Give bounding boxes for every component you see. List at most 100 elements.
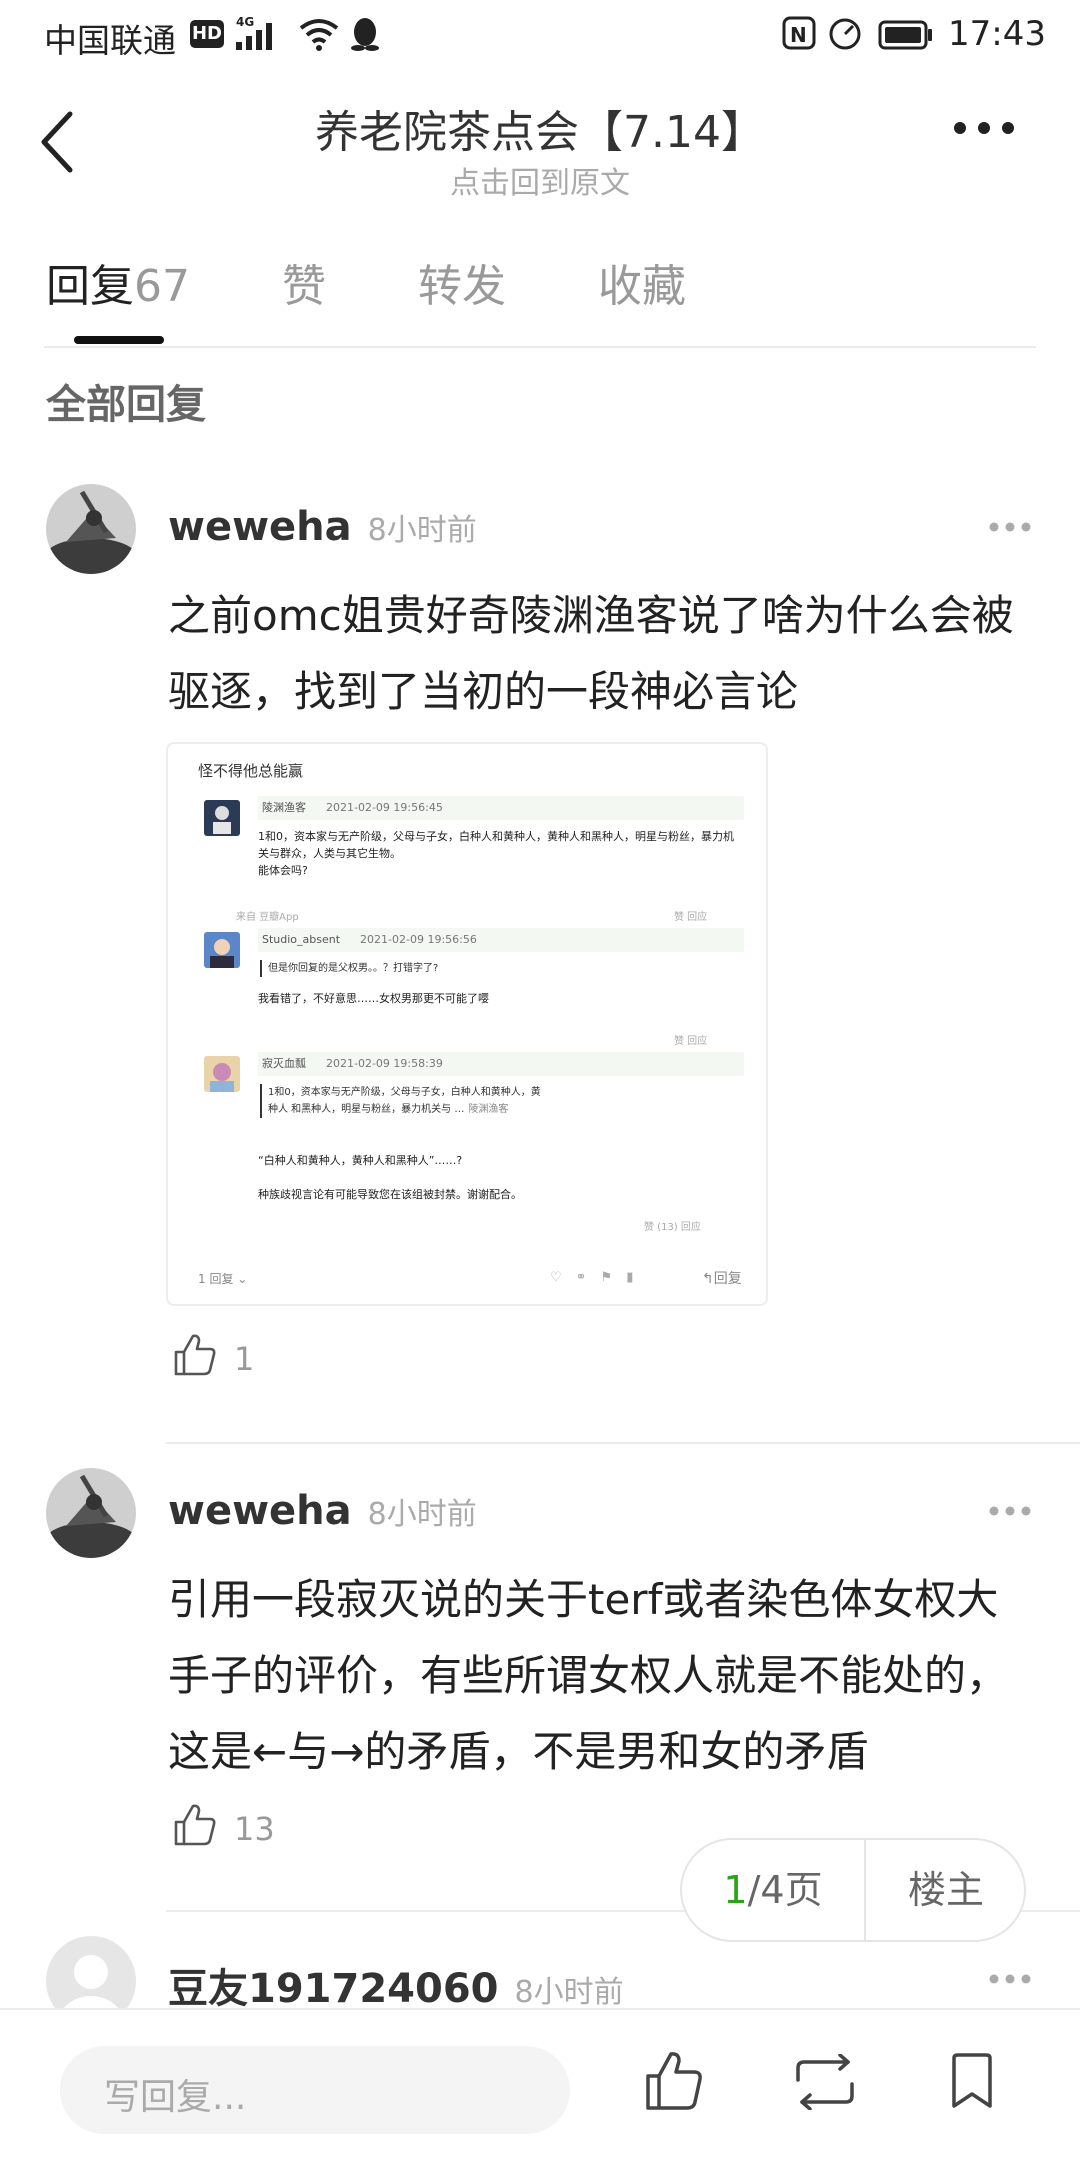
comment-more-button[interactable] — [988, 1502, 1032, 1521]
bottom-action-bar: 写回复... — [0, 2008, 1080, 2160]
attached-reply-name: 寂灭血瓢 — [262, 1057, 306, 1070]
attached-reply-name: Studio_absent — [262, 933, 341, 946]
comment-author[interactable]: weweha 8小时前 — [168, 504, 477, 550]
section-heading: 全部回复 — [46, 382, 206, 428]
comment-more-button[interactable] — [988, 518, 1032, 537]
comment-text: 引用一段寂灭说的关于terf或者染色体女权大手子的评价，有些所谓女权人就是不能处… — [168, 1575, 1009, 1776]
tab-favorites[interactable]: 收藏 — [598, 250, 686, 314]
attached-header: 怪不得他总能赢 — [198, 762, 304, 780]
signal-icon: 4G — [234, 14, 290, 58]
page-indicator[interactable]: 1/4页 — [682, 1840, 864, 1940]
nfc-icon: N — [782, 16, 816, 54]
author-name: weweha — [168, 1488, 352, 1534]
divider — [44, 346, 1036, 348]
tab-replies-label: 回复 — [46, 261, 134, 312]
like-button[interactable] — [172, 1332, 218, 1382]
attached-reply-line: “白种人和黄种人，黄种人和黑种人”……? — [258, 1154, 463, 1167]
more-horizontal-icon — [989, 1506, 1031, 1516]
clock: 17:43 — [948, 14, 1046, 54]
attached-reply-quote: 但是你回复的是父权男。。？打错字了? — [260, 960, 438, 977]
wifi-icon — [298, 16, 340, 56]
reply-input[interactable]: 写回复... — [60, 2046, 570, 2134]
more-horizontal-icon — [954, 122, 1014, 134]
avatar — [204, 1056, 240, 1092]
tab-bar: 回复67 赞 转发 收藏 — [0, 250, 1080, 346]
hd-badge: HD — [190, 20, 224, 48]
carrier-label: 中国联通 — [44, 21, 176, 60]
attached-reply-date: 2021-02-09 19:56:45 — [326, 801, 443, 814]
qq-icon — [348, 14, 382, 58]
repost-button[interactable] — [790, 2053, 860, 2114]
comment-author[interactable]: weweha 8小时前 — [168, 1488, 477, 1534]
author-name: 豆友191724060 — [168, 1966, 499, 2012]
divider — [166, 1442, 1080, 1444]
avatar — [204, 932, 240, 968]
tab-reposts[interactable]: 转发 — [418, 250, 506, 314]
op-only-button[interactable]: 楼主 — [866, 1840, 1026, 1940]
attached-action-icons: ♡⚭⚑▮ — [550, 1270, 648, 1285]
alarm-icon — [826, 14, 864, 56]
comment-more-button[interactable] — [988, 1970, 1032, 1989]
attached-reply-line: 能体会吗? — [258, 864, 308, 877]
attached-image[interactable]: 怪不得他总能赢 陵渊渔客 2021-02-09 19:56:45 1和0，资本家与… — [166, 742, 768, 1306]
repost-icon — [796, 2053, 854, 2111]
tab-replies-count: 67 — [134, 261, 190, 312]
current-page: 1 — [723, 1868, 748, 1912]
attached-reply-line: 关与群众，人类与其它生物。 — [258, 847, 401, 860]
bookmark-icon — [952, 2053, 992, 2108]
attached-footer: 1 回复 ⌄ ♡⚭⚑▮ ↰回复 — [168, 1258, 766, 1298]
tab-replies[interactable]: 回复67 — [46, 250, 190, 314]
battery-icon — [878, 20, 934, 54]
attached-reply-meta: Studio_absent 2021-02-09 19:56:56 — [258, 928, 744, 952]
more-horizontal-icon — [989, 1974, 1031, 1984]
attached-reply-name: 陵渊渔客 — [262, 801, 306, 814]
attached-reply-text: 我看错了，不好意思……女权男那更不可能了嘤 — [258, 990, 744, 1007]
avatar[interactable] — [46, 1468, 136, 1558]
svg-text:4G: 4G — [236, 15, 254, 29]
attached-reply-date: 2021-02-09 19:58:39 — [326, 1057, 443, 1070]
comment-time: 8小时前 — [367, 513, 477, 548]
bookmark-button[interactable] — [948, 2052, 996, 2114]
attached-reply-line: 种族歧视言论有可能导致您在该组被封禁。谢谢配合。 — [258, 1188, 522, 1201]
attached-reply-actions: 赞 (13) 回应 — [644, 1222, 701, 1233]
author-name: weweha — [168, 504, 352, 550]
attached-reply-quote-author: 陵渊渔客 — [468, 1104, 509, 1115]
avatar[interactable] — [46, 484, 136, 574]
attached-reply-actions: 赞 回应 — [674, 912, 708, 923]
total-pages: /4页 — [747, 1868, 823, 1912]
status-bar: 中国联通 HD 4G N 17:43 — [0, 0, 1080, 72]
reply-placeholder: 写回复... — [104, 2077, 247, 2118]
like-post-button[interactable] — [644, 2050, 704, 2116]
attached-reply-text: “白种人和黄种人，黄种人和黑种人”……? 种族歧视言论有可能导致您在该组被封禁。… — [258, 1152, 744, 1203]
like-count: 13 — [234, 1810, 275, 1848]
pagination-control: 1/4页 楼主 — [680, 1838, 1026, 1942]
tab-indicator — [74, 336, 164, 344]
attached-reply-quote: 1和0，资本家与无产阶级，父母与子女，白种人和黄种人，黄种人 和黑种人，明星与粉… — [260, 1084, 550, 1118]
more-horizontal-icon — [989, 522, 1031, 532]
comment-time: 8小时前 — [367, 1497, 477, 1532]
comment-author[interactable]: 豆友191724060 8小时前 — [168, 1956, 624, 2014]
like-count: 1 — [234, 1340, 255, 1378]
attached-reply-button: ↰回复 — [702, 1271, 742, 1287]
page-title: 养老院茶点会【7.14】 — [315, 107, 765, 158]
attached-reply-actions: 赞 回应 — [674, 1036, 708, 1047]
attached-reply-date: 2021-02-09 19:56:56 — [360, 933, 477, 946]
thumbs-up-icon — [646, 2052, 702, 2110]
comment-text: 之前omc姐贵好奇陵渊渔客说了啥为什么会被驱逐，找到了当初的一段神必言论 — [168, 591, 1014, 716]
nav-header: 养老院茶点会【7.14】 点击回到原文 — [0, 80, 1080, 210]
attached-reply-line: 我看错了，不好意思……女权男那更不可能了嘤 — [258, 992, 489, 1005]
comment-time: 8小时前 — [514, 1975, 624, 2010]
attached-reply-text: 1和0，资本家与无产阶级，父母与子女，白种人和黄种人，黄种人和黑种人，明星与粉丝… — [258, 828, 744, 879]
attached-reply-source: 来自 豆瓣App — [236, 912, 299, 923]
back-to-original-link[interactable]: 点击回到原文 — [0, 158, 1080, 202]
like-button[interactable] — [172, 1802, 218, 1852]
svg-text:N: N — [790, 23, 807, 47]
thumbs-up-icon — [174, 1804, 216, 1846]
attached-reply-line: 1和0，资本家与无产阶级，父母与子女，白种人和黄种人，黄种人和黑种人，明星与粉丝… — [258, 830, 734, 843]
attached-reply-line — [258, 1169, 744, 1186]
avatar — [204, 800, 240, 836]
attached-reply-meta: 陵渊渔客 2021-02-09 19:56:45 — [258, 796, 744, 820]
thumbs-up-icon — [174, 1334, 216, 1376]
tab-likes[interactable]: 赞 — [282, 250, 326, 314]
more-options-button[interactable] — [952, 120, 1016, 140]
